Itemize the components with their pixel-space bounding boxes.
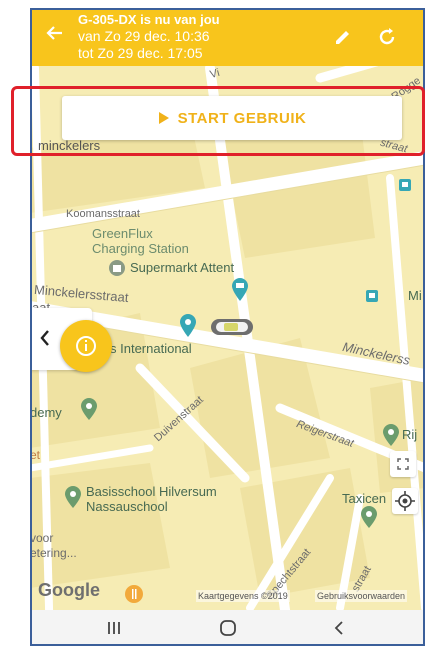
fullscreen-button[interactable]: [390, 451, 416, 477]
android-nav-bar: [30, 610, 425, 646]
food-marker-icon[interactable]: [124, 584, 144, 604]
poi-label-etering: etering...: [30, 546, 77, 560]
street-label-minckelers: minckelers: [38, 138, 101, 153]
shopping-bag-icon[interactable]: [108, 259, 126, 277]
school-marker-icon[interactable]: [80, 398, 98, 420]
cart-marker-icon[interactable]: [230, 277, 250, 301]
reservation-end: tot Zo 29 dec. 17:05: [78, 45, 203, 61]
info-icon: [76, 336, 96, 356]
start-gebruik-label: START GEBRUIK: [177, 109, 307, 127]
pencil-icon[interactable]: [332, 26, 354, 48]
hotel-marker-icon[interactable]: [178, 313, 198, 337]
map-attribution: Kaartgegevens ©2019: [196, 590, 290, 602]
poi-label-basisschool: Basisschool Hilversum: [86, 484, 217, 499]
fullscreen-icon: [397, 458, 409, 470]
poi-label-demy: demy: [30, 405, 62, 420]
poi-label-greenflux: GreenFlux: [92, 226, 153, 241]
poi-label-supermarkt-attent: Supermarkt Attent: [130, 260, 235, 275]
poi-label-mi: Mi: [408, 288, 422, 303]
app-header: G-305-DX is nu van jou van Zo 29 dec. 10…: [30, 8, 425, 66]
back-nav-icon[interactable]: [330, 618, 350, 638]
street-label-koomansstraat: Koomansstraat: [66, 208, 140, 220]
play-icon: [158, 112, 169, 124]
poi-label-rij: Rij: [402, 427, 418, 442]
reservation-start: van Zo 29 dec. 10:36: [78, 28, 210, 44]
shop-icon-right-top[interactable]: [398, 178, 412, 192]
app-screen: minckelers Koomansstraat Minckelersstraa…: [30, 8, 425, 646]
my-location-button[interactable]: [392, 488, 418, 514]
home-icon[interactable]: [218, 618, 238, 638]
rij-marker-icon[interactable]: [382, 424, 400, 446]
school-marker-icon-2[interactable]: [64, 486, 82, 508]
refresh-icon[interactable]: [376, 26, 398, 48]
shop-icon-right[interactable]: [365, 289, 379, 303]
taxi-marker-icon[interactable]: [360, 506, 378, 528]
reservation-title: G-305-DX is nu van jou: [78, 12, 220, 27]
poi-label-taxicen: Taxicen: [342, 491, 387, 506]
start-gebruik-button[interactable]: START GEBRUIK: [62, 96, 402, 140]
poi-label-et: et: [30, 448, 41, 462]
info-button[interactable]: [60, 320, 112, 372]
recent-apps-icon[interactable]: [104, 618, 124, 638]
poi-label-charging-station: Charging Station: [92, 241, 189, 256]
terms-link[interactable]: Gebruiksvoorwaarden: [315, 590, 408, 602]
my-location-icon: [395, 491, 415, 511]
poi-label-nassauschool: Nassauschool: [86, 499, 168, 514]
poi-label-s-international: s International: [110, 341, 192, 356]
back-arrow-icon[interactable]: [40, 18, 70, 48]
google-logo: Google: [38, 580, 100, 600]
poi-label-voor: voor: [30, 531, 54, 545]
car-marker-icon[interactable]: [210, 317, 254, 337]
chevron-left-icon[interactable]: [38, 328, 52, 348]
